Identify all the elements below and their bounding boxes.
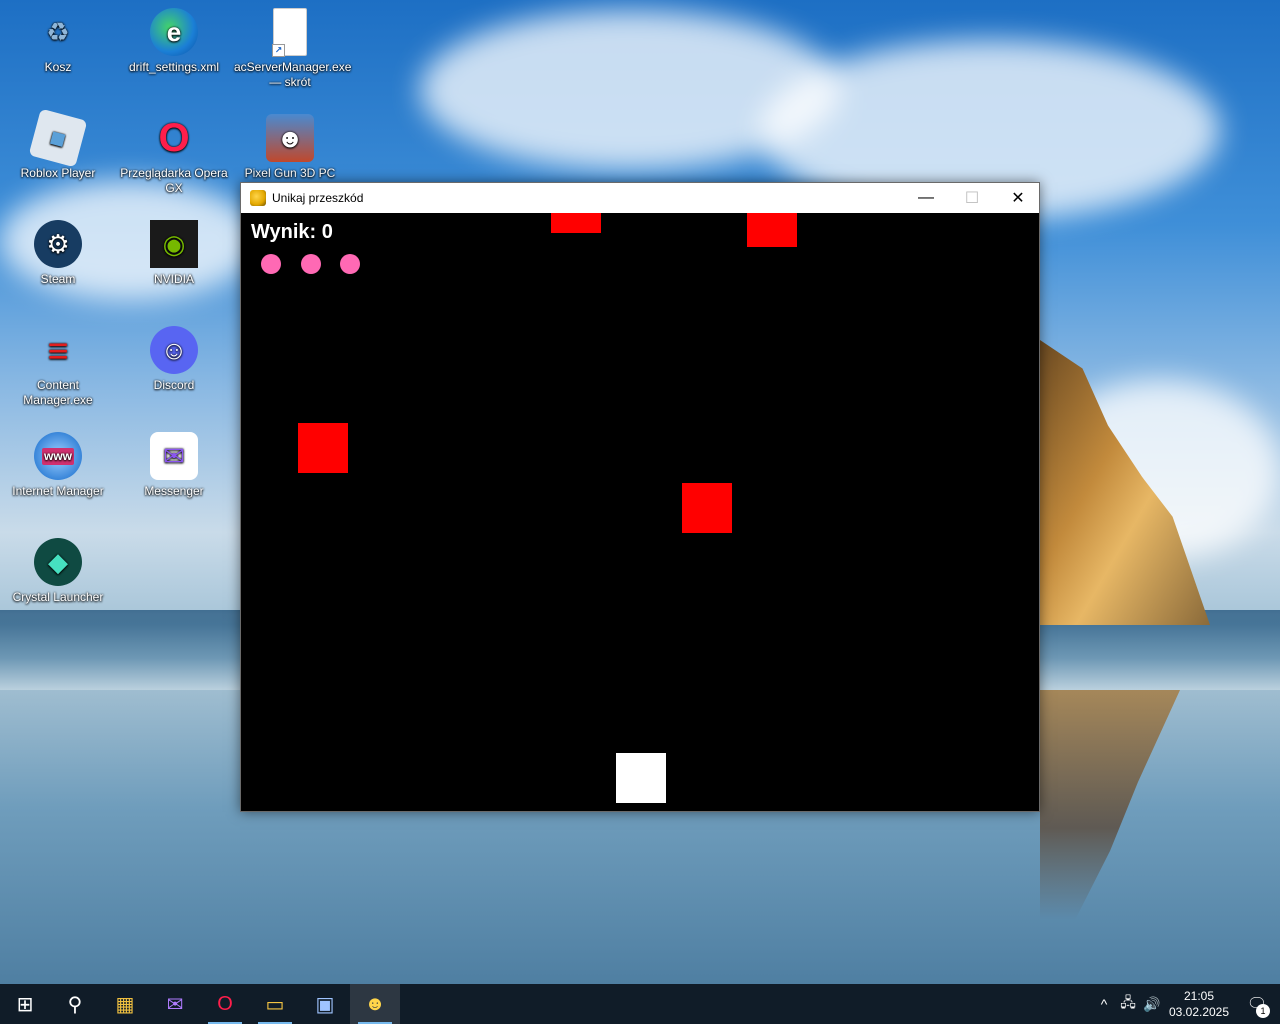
clock-time: 21:05 [1183, 989, 1215, 1003]
pygame-icon: ☻ [364, 992, 386, 1015]
desktop-icon-label: Internet Manager [12, 484, 104, 498]
window-titlebar[interactable]: Unikaj przeszkód — ☐ ✕ [241, 183, 1039, 213]
desktop-icon-label: NVIDIA [153, 272, 194, 286]
desktop-icon-label: Content Manager.exe [23, 378, 93, 407]
search-icon: ⚲ [67, 993, 83, 1016]
life-indicator [301, 254, 321, 274]
desktop-icon-crystal-launcher[interactable]: ◆ Crystal Launcher [2, 538, 114, 605]
recycle-bin-icon: ♻ [46, 16, 70, 47]
minimize-button[interactable]: — [903, 183, 949, 213]
steam-icon: ⚙ [34, 220, 82, 268]
desktop-icon-label: Przeglądarka Opera GX [120, 166, 228, 195]
folder-icon: ▭ [265, 993, 285, 1016]
taskbar: ⊞ ⚲ ▦ ✉ O ▭ ▣ ☻ ^ 🖧 🔊 21:05 03.02.2025 🗨… [0, 984, 1280, 1024]
shortcut-arrow-icon: ↗ [272, 44, 285, 57]
notification-center-button[interactable]: 🗨 1 [1234, 994, 1280, 1018]
desktop-icon-steam[interactable]: ⚙ Steam [2, 220, 114, 287]
edge-file-icon: e [150, 8, 198, 56]
roblox-icon: ■ [28, 108, 88, 168]
messenger-icon: ✉ [150, 432, 198, 480]
system-tray: ^ 🖧 🔊 21:05 03.02.2025 🗨 1 [1092, 984, 1280, 1024]
desktop-icon-label: Pixel Gun 3D PC [244, 166, 336, 180]
life-indicator [261, 254, 281, 274]
app-window-icon: ▣ [315, 993, 335, 1016]
taskbar-messenger[interactable]: ✉ [150, 984, 200, 1024]
desktop-icon-label: Crystal Launcher [12, 590, 104, 604]
desktop-icon-label: Steam [40, 272, 76, 286]
desktop-icon-nvidia[interactable]: ◉ NVIDIA [118, 220, 230, 287]
score-label: Wynik: 0 [251, 221, 333, 243]
pygame-icon [250, 190, 266, 206]
opera-gx-icon: O [158, 115, 190, 160]
maximize-button[interactable]: ☐ [949, 183, 995, 213]
desktop-icon-recycle-bin[interactable]: ♻ Kosz [2, 8, 114, 75]
desktop-icon-messenger[interactable]: ✉ Messenger [118, 432, 230, 499]
desktop-icon-drift-settings[interactable]: e drift_settings.xml [118, 8, 230, 75]
obstacle [551, 213, 601, 233]
crystal-launcher-icon: ◆ [34, 538, 82, 586]
opera-icon: O [217, 992, 233, 1015]
taskbar-store[interactable]: ▦ [100, 984, 150, 1024]
desktop-icon-internet-manager[interactable]: www Internet Manager [2, 432, 114, 499]
desktop-icon-roblox[interactable]: ■ Roblox Player [2, 108, 114, 181]
chevron-up-icon[interactable]: ^ [1092, 996, 1116, 1012]
desktop-icon-content-manager[interactable]: ≡ Content Manager.exe [2, 326, 114, 408]
messenger-icon: ✉ [166, 993, 184, 1016]
obstacle [747, 213, 797, 247]
store-icon: ▦ [115, 993, 135, 1016]
desktop-icon-pixel-gun[interactable]: ☻ Pixel Gun 3D PC [234, 114, 346, 181]
desktop-icon-label: Roblox Player [20, 166, 96, 180]
volume-icon[interactable]: 🔊 [1140, 996, 1164, 1013]
game-canvas[interactable]: Wynik: 0 [241, 213, 1039, 811]
desktop-icon-label: Messenger [144, 484, 204, 498]
taskbar-opera[interactable]: O [200, 984, 250, 1024]
nvidia-icon: ◉ [150, 220, 198, 268]
taskbar-python-game[interactable]: ☻ [350, 984, 400, 1024]
life-indicator [340, 254, 360, 274]
desktop-icon-label: drift_settings.xml [128, 60, 220, 74]
search-button[interactable]: ⚲ [50, 984, 100, 1024]
close-button[interactable]: ✕ [995, 183, 1041, 213]
start-button[interactable]: ⊞ [0, 984, 50, 1024]
pixel-gun-icon: ☻ [266, 114, 314, 162]
notification-count-badge: 1 [1256, 1004, 1270, 1018]
desktop-icon-label: Discord [153, 378, 195, 392]
desktop-icon-discord[interactable]: ☺ Discord [118, 326, 230, 393]
desktop-icon-acservermanager[interactable]: ↗ acServerManager.exe — skrót [234, 8, 352, 90]
clock[interactable]: 21:05 03.02.2025 [1164, 988, 1234, 1020]
clock-date: 03.02.2025 [1168, 1005, 1230, 1019]
desktop-icon-opera-gx[interactable]: O Przeglądarka Opera GX [118, 114, 230, 196]
taskbar-app[interactable]: ▣ [300, 984, 350, 1024]
windows-icon: ⊞ [16, 993, 34, 1016]
content-manager-icon: ≡ [47, 329, 69, 371]
discord-icon: ☺ [150, 326, 198, 374]
game-window[interactable]: Unikaj przeszkód — ☐ ✕ Wynik: 0 [240, 182, 1040, 812]
globe-icon: www [34, 432, 82, 480]
desktop-icon-label: Kosz [44, 60, 72, 74]
taskbar-file-explorer[interactable]: ▭ [250, 984, 300, 1024]
obstacle [682, 483, 732, 533]
obstacle [298, 423, 348, 473]
blank-file-icon: ↗ [272, 8, 307, 57]
network-icon[interactable]: 🖧 [1116, 992, 1140, 1016]
player-block [616, 753, 666, 803]
window-title: Unikaj przeszkód [272, 191, 364, 205]
desktop-icon-label: acServerManager.exe — skrót [234, 60, 352, 89]
